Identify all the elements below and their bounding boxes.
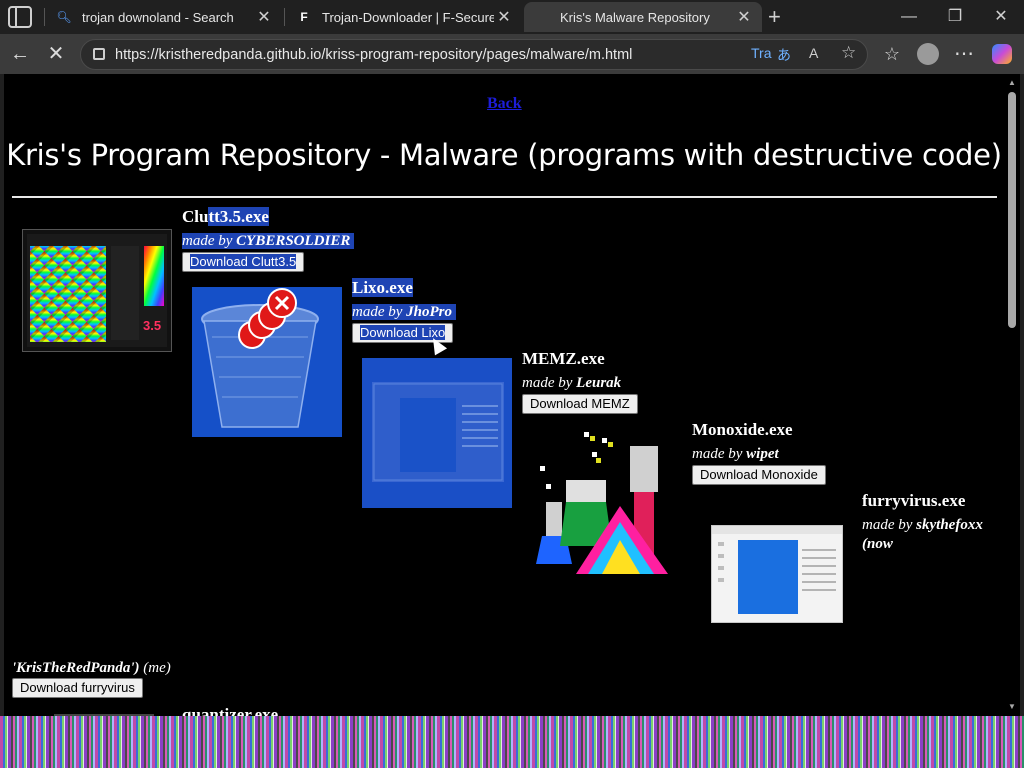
entry-author-cont: 'KrisTheRedPanda') (me) xyxy=(12,660,171,677)
tab-actions-icon[interactable] xyxy=(8,6,32,28)
address-bar[interactable]: https://kristheredpanda.github.io/kriss-… xyxy=(80,39,868,70)
entry-name-text: tt3.5.exe xyxy=(208,207,269,226)
search-icon: 🔍︎ xyxy=(56,10,72,24)
back-link[interactable]: Back xyxy=(487,95,522,113)
button-label: Download Clutt3.5 xyxy=(190,254,297,269)
made-by-label: made by xyxy=(352,304,403,320)
url-text: https://kristheredpanda.github.io/kriss-… xyxy=(115,47,633,63)
page-title: Kris's Program Repository - Malware (pro… xyxy=(6,138,1002,172)
entry-name: quantizer.exe xyxy=(182,705,279,716)
close-icon[interactable]: ✕ xyxy=(734,7,754,27)
back-arrow-icon[interactable]: ← xyxy=(6,40,34,68)
lixo-thumbnail xyxy=(192,287,342,437)
divider xyxy=(12,196,997,198)
stop-loading-icon[interactable]: ✕ xyxy=(42,40,70,68)
monoxide-thumbnail xyxy=(532,426,672,574)
made-by-label: made by xyxy=(692,446,743,462)
page-scrollbar[interactable]: ▲ ▼ xyxy=(1004,74,1020,716)
author-note: (me) xyxy=(143,660,171,676)
more-menu-icon[interactable]: ⋯ xyxy=(950,40,978,68)
copilot-icon[interactable] xyxy=(988,40,1016,68)
new-tab-icon[interactable]: + xyxy=(768,4,781,30)
fsecure-logo-icon: F xyxy=(300,10,308,24)
entry-author: made by wipet xyxy=(692,446,779,463)
entry-author: made by skythefoxx xyxy=(862,517,983,534)
author-name: wipet xyxy=(746,446,779,462)
entry-name: Lixo.exe xyxy=(352,278,413,298)
close-icon[interactable]: ✕ xyxy=(254,7,274,27)
author-suffix: (now xyxy=(862,536,893,552)
entry-name-text: Lixo.exe xyxy=(352,278,413,297)
entry-author: made by Leurak xyxy=(522,375,621,392)
download-clutt-button[interactable]: Download Clutt3.5 xyxy=(182,252,305,272)
tab-separator xyxy=(284,8,285,26)
furryvirus-thumbnail xyxy=(711,525,843,623)
tab-strip: 🔍︎ trojan downoland - Search ✕ F Trojan-… xyxy=(0,0,1024,34)
entry-author-cont: (now xyxy=(862,536,893,553)
made-by-label: made by xyxy=(862,517,913,533)
entry-author: made by JhoPro xyxy=(352,304,456,321)
author-name: skythefoxx xyxy=(916,517,983,533)
svg-text:3.5: 3.5 xyxy=(143,318,161,333)
entry-name: furryvirus.exe xyxy=(862,491,966,510)
screen-glitch-artifacts xyxy=(0,716,1024,768)
browser-toolbar: ← ✕ https://kristheredpanda.github.io/kr… xyxy=(0,34,1024,74)
author-name: Leurak xyxy=(576,375,622,391)
minimize-icon[interactable]: — xyxy=(886,4,932,30)
scroll-down-icon[interactable]: ▼ xyxy=(1007,702,1017,711)
memz-thumbnail xyxy=(362,358,512,508)
scrollbar-thumb[interactable] xyxy=(1008,92,1016,328)
loading-icon xyxy=(534,9,550,25)
entry-name: MEMZ.exe xyxy=(522,349,605,368)
scroll-up-icon[interactable]: ▲ xyxy=(1007,78,1017,87)
author-name: CYBERSOLDIER xyxy=(236,233,351,249)
clutt-thumbnail: 3.5 xyxy=(22,229,172,352)
close-icon[interactable]: ✕ xyxy=(494,7,514,27)
author-name: JhoPro xyxy=(406,304,452,320)
translate-icon[interactable]: あ xyxy=(777,45,791,65)
tab-fsecure[interactable]: F Trojan-Downloader | F-Secure ✕ xyxy=(286,2,522,32)
profile-avatar[interactable] xyxy=(914,40,942,68)
entry-name: Monoxide.exe xyxy=(692,420,793,439)
tab-title: Kris's Malware Repository xyxy=(560,9,710,25)
entry-name: Clutt3.5.exe xyxy=(182,207,269,226)
made-by-label: made by xyxy=(522,375,573,391)
window-close-icon[interactable]: ✕ xyxy=(978,4,1024,30)
translate-label[interactable]: Tra xyxy=(751,45,771,61)
made-by-label: made by xyxy=(182,233,233,249)
tab-title: Trojan-Downloader | F-Secure xyxy=(322,9,494,25)
download-memz-button[interactable]: Download MEMZ xyxy=(522,394,638,414)
page-viewport: Back Kris's Program Repository - Malware… xyxy=(4,74,1004,716)
download-monoxide-button[interactable]: Download Monoxide xyxy=(692,465,826,485)
entry-author: made by CYBERSOLDIER xyxy=(182,233,355,250)
tab-separator xyxy=(44,8,45,26)
read-aloud-icon[interactable]: A xyxy=(809,45,818,61)
download-furryvirus-button[interactable]: Download furryvirus xyxy=(12,678,143,698)
tab-search[interactable]: 🔍︎ trojan downoland - Search ✕ xyxy=(46,2,282,32)
author-name-cont: 'KrisTheRedPanda') xyxy=(12,660,140,676)
favorites-icon[interactable]: ☆ xyxy=(878,40,906,68)
tab-title: trojan downoland - Search xyxy=(82,9,234,25)
favorite-star-icon[interactable]: ☆ xyxy=(841,43,856,63)
site-info-icon[interactable] xyxy=(93,48,105,60)
restore-icon[interactable]: ❐ xyxy=(932,4,978,30)
tab-malware-repository[interactable]: Kris's Malware Repository ✕ xyxy=(524,2,762,32)
